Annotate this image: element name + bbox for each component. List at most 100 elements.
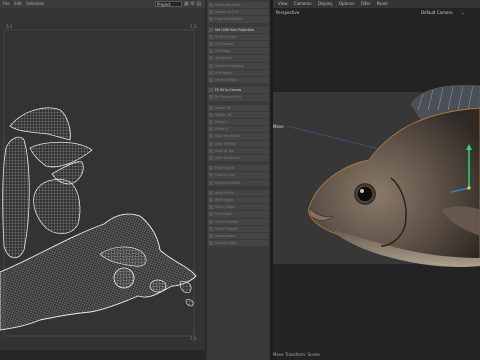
command-label: Rotate -90 [215, 112, 232, 117]
command-item[interactable]: Iterative Relax [208, 77, 269, 84]
command-label: Stitch Edges [215, 205, 235, 210]
command-item[interactable]: Fit Canvas to UV [208, 94, 269, 101]
command-item[interactable]: Fit to Canvas [208, 33, 269, 40]
viewport-scene[interactable]: Move [273, 0, 480, 360]
command-item[interactable]: Align to Top [208, 147, 269, 154]
command-item[interactable]: Crop to Selection [208, 16, 269, 23]
command-label: Fit to Canvas [215, 34, 236, 39]
command-icon [209, 180, 213, 185]
command-label: Align to Top [215, 148, 234, 153]
command-item[interactable]: Align Vertical [208, 140, 269, 147]
command-icon [209, 141, 213, 146]
command-label: Fit Canvas to UV [215, 95, 242, 100]
uv-island-fragment [179, 281, 192, 293]
command-item[interactable]: Show Seams [208, 233, 269, 240]
grid-icon[interactable]: ▦ [184, 1, 189, 7]
command-label: Align to Bottom [215, 156, 240, 160]
command-item[interactable]: Equalize Islands [208, 179, 269, 186]
command-label: Subdivide Faces [215, 3, 241, 7]
command-label: Select Flipped [215, 226, 238, 231]
command-item[interactable]: Subdivide Faces [208, 2, 269, 9]
uv-island-mouth-region [149, 279, 167, 293]
command-item[interactable]: Checker Map [208, 240, 269, 247]
command-label: Show Seams [215, 234, 236, 238]
command-item[interactable]: Align Horizontal [208, 133, 269, 140]
command-item[interactable]: Select Flipped [208, 225, 269, 232]
uv-corner-label-br: 1,0 [190, 336, 197, 341]
command-item[interactable]: Mirror U [208, 119, 269, 126]
command-icon [209, 10, 213, 15]
command-item[interactable]: Fit UV to Canvas [208, 87, 269, 94]
command-label: Iterative Relax [215, 78, 239, 82]
uv-island-eye-region [113, 267, 135, 289]
uv-island-round-fin [33, 179, 81, 234]
uv-canvas[interactable]: 0,1 1,1 1,0 [0, 10, 205, 350]
command-icon [209, 212, 213, 217]
command-icon [209, 148, 213, 153]
command-icon [209, 241, 213, 246]
uv-toolbar-icons: ▦ ⚙ ▤ [184, 1, 201, 7]
menu-edit[interactable]: Edit [14, 1, 22, 6]
command-icon [209, 205, 213, 210]
command-item[interactable]: Reduce to Trim [208, 9, 269, 16]
command-icon [209, 120, 213, 124]
command-item[interactable]: Align to Bottom [208, 155, 269, 162]
command-icon [209, 134, 213, 139]
command-item[interactable]: Stitch Edges [208, 204, 269, 211]
command-label: Align Vertical [215, 141, 236, 146]
command-item[interactable]: Mirror V [208, 126, 269, 133]
command-label: Weld Edges [215, 198, 234, 202]
command-item[interactable]: Rotate 90 [208, 104, 269, 111]
command-item[interactable]: Weld Points [208, 189, 269, 196]
menu-file[interactable]: File [3, 1, 10, 6]
uv-island-left-strip [2, 136, 30, 259]
command-label: Checker Map [215, 241, 236, 246]
command-icon [209, 49, 213, 54]
command-icon [209, 219, 213, 224]
command-label: Set UVW from Projection [215, 27, 255, 32]
command-icon [209, 56, 213, 61]
command-item[interactable]: Weld Edges [208, 197, 269, 204]
command-item[interactable]: Pack by Size [208, 172, 269, 179]
command-item[interactable]: Select Overlap [208, 218, 269, 225]
command-icon [209, 173, 213, 178]
command-label: Grid Relax [215, 70, 232, 75]
command-label: Align Horizontal [215, 134, 241, 139]
command-label: Crop to Selection [215, 17, 243, 22]
project-dropdown-value: Project [157, 2, 171, 7]
command-icon [209, 88, 213, 93]
command-item[interactable]: Pack Islands [208, 165, 269, 172]
command-item[interactable]: Rotate -90 [208, 111, 269, 118]
command-icon [209, 105, 213, 110]
command-item[interactable]: Grid Align [208, 48, 269, 55]
command-label: Equalize Islands [215, 180, 241, 185]
command-label: Mirror V [215, 127, 228, 132]
command-item[interactable]: Fit Selected [208, 41, 269, 48]
project-dropdown[interactable]: Project [155, 1, 182, 7]
command-icon [209, 112, 213, 117]
command-item[interactable]: Optimize Mapping [208, 62, 269, 69]
light-label[interactable]: Move [273, 124, 284, 129]
command-icon [209, 42, 213, 46]
uv-bottom-bar [0, 350, 205, 360]
command-icon [209, 17, 213, 22]
command-item[interactable]: Straighten [208, 55, 269, 62]
command-label: Fit UV to Canvas [215, 88, 242, 93]
uv-corner-label-tr: 1,1 [190, 24, 197, 29]
settings-icon[interactable]: ⚙ [190, 1, 194, 7]
command-icon [209, 78, 213, 82]
command-label: Rotate 90 [215, 105, 231, 110]
command-label: Select Overlap [215, 219, 239, 224]
menu-selection[interactable]: Selection [26, 1, 44, 6]
command-item[interactable]: Grid Relax [208, 69, 269, 76]
command-label: Split Edges [215, 212, 233, 217]
command-item[interactable]: Split Edges [208, 211, 269, 218]
command-icon [209, 95, 213, 100]
command-item[interactable]: Set UVW from Projection [208, 26, 269, 33]
command-icon [209, 63, 213, 68]
fish-eye-highlight [360, 189, 364, 193]
command-icon [209, 27, 213, 32]
command-icon [209, 226, 213, 231]
layout-icon[interactable]: ▤ [196, 1, 201, 7]
command-label: Pack by Size [215, 173, 235, 178]
